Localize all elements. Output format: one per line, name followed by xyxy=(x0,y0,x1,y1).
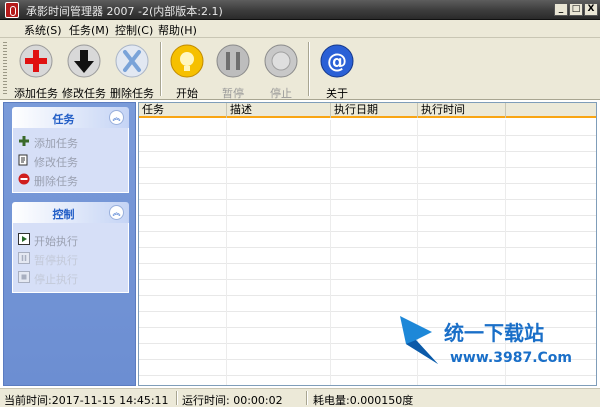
task-panel: 任务 ︽ 添加任务 修改任务 删除任务 控制 ︽ 开始执行 暂停执行 停止执行 xyxy=(3,102,136,386)
svg-text:@: @ xyxy=(327,49,347,73)
sidebar-item-label: 开始执行 xyxy=(34,235,78,248)
column-header-task[interactable]: 任务 xyxy=(139,103,227,118)
at-icon: @ xyxy=(320,44,354,78)
current-time: 当前时间:2017-11-15 14:45:11 xyxy=(4,394,169,407)
plus-icon xyxy=(19,136,29,146)
watermark-url: www.3987.Com xyxy=(450,350,572,366)
menu-help[interactable]: 帮助(H) xyxy=(158,22,197,38)
lightbulb-icon xyxy=(170,44,204,78)
sidebar-item-delete-task[interactable]: 删除任务 xyxy=(13,170,128,189)
maximize-button[interactable]: □ xyxy=(569,3,583,16)
pause-label: 暂停 xyxy=(222,87,244,100)
task-group: 任务 ︽ 添加任务 修改任务 删除任务 xyxy=(12,107,129,193)
minimize-button[interactable]: _ xyxy=(554,3,568,16)
edit-icon xyxy=(18,154,28,166)
column-divider xyxy=(330,120,331,385)
menu-task[interactable]: 任务(M) xyxy=(69,22,109,38)
menu-bar: 系统(S) 任务(M) 控制(C) 帮助(H) xyxy=(0,20,600,38)
delete-task-label: 删除任务 xyxy=(110,87,154,100)
plus-icon xyxy=(19,44,53,78)
app-icon xyxy=(5,2,19,18)
edit-task-button[interactable]: 修改任务 xyxy=(60,43,108,100)
control-group-body: 开始执行 暂停执行 停止执行 xyxy=(12,223,129,293)
sidebar-item-start[interactable]: 开始执行 xyxy=(13,230,128,249)
collapse-icon[interactable]: ︽ xyxy=(109,205,124,220)
menu-control[interactable]: 控制(C) xyxy=(115,22,153,38)
status-divider xyxy=(306,391,308,405)
sidebar-item-stop[interactable]: 停止执行 xyxy=(13,268,128,287)
add-task-label: 添加任务 xyxy=(14,87,58,100)
stop-button[interactable]: 停止 xyxy=(260,43,302,100)
sidebar-item-label: 删除任务 xyxy=(34,175,78,188)
sidebar-item-label: 修改任务 xyxy=(34,156,78,169)
watermark-name: 统一下载站 xyxy=(444,321,544,345)
task-group-body: 添加任务 修改任务 删除任务 xyxy=(12,128,129,193)
task-group-header[interactable]: 任务 ︽ xyxy=(12,107,129,128)
menu-system[interactable]: 系统(S) xyxy=(24,22,62,38)
pause-button[interactable]: 暂停 xyxy=(212,43,254,100)
status-bar: 当前时间:2017-11-15 14:45:11 运行时间: 00:00:02 … xyxy=(0,388,600,407)
start-button[interactable]: 开始 xyxy=(166,43,208,100)
column-divider xyxy=(226,120,227,385)
play-icon xyxy=(18,233,30,245)
sidebar-item-edit-task[interactable]: 修改任务 xyxy=(13,151,128,170)
edit-task-label: 修改任务 xyxy=(62,87,106,100)
about-button[interactable]: @ 关于 xyxy=(316,43,358,100)
pause-icon xyxy=(18,252,30,264)
toolbar-separator xyxy=(160,42,162,96)
arrow-down-icon xyxy=(67,44,101,78)
window-title: 承影时间管理器 2007 -2(内部版本:2.1) xyxy=(26,5,223,18)
x-icon xyxy=(115,44,149,78)
about-label: 关于 xyxy=(326,87,348,100)
delete-task-button[interactable]: 删除任务 xyxy=(108,43,156,100)
pause-icon xyxy=(216,44,250,78)
sidebar-item-label: 停止执行 xyxy=(34,273,78,286)
sidebar-item-pause[interactable]: 暂停执行 xyxy=(13,249,128,268)
column-header-date[interactable]: 执行日期 xyxy=(331,103,418,118)
toolbar-separator xyxy=(308,42,310,96)
sidebar-item-add-task[interactable]: 添加任务 xyxy=(13,132,128,151)
control-group: 控制 ︽ 开始执行 暂停执行 停止执行 xyxy=(12,202,129,293)
toolbar: 添加任务 修改任务 删除任务 开始 暂停 停止 @ 关于 xyxy=(0,38,600,100)
close-button[interactable]: X xyxy=(584,3,598,16)
run-time: 运行时间: 00:00:02 xyxy=(182,394,283,407)
stop-icon xyxy=(18,271,30,283)
toolbar-grip[interactable] xyxy=(3,42,7,96)
sidebar-item-label: 添加任务 xyxy=(34,137,78,150)
stop-icon xyxy=(264,44,298,78)
title-bar: 承影时间管理器 2007 -2(内部版本:2.1) _ □ X xyxy=(0,0,600,20)
table-header: 任务 描述 执行日期 执行时间 xyxy=(139,103,596,118)
delete-icon xyxy=(18,173,30,185)
column-header-time[interactable]: 执行时间 xyxy=(418,103,506,118)
stop-label: 停止 xyxy=(270,87,292,100)
start-label: 开始 xyxy=(176,87,198,100)
sidebar-item-label: 暂停执行 xyxy=(34,254,78,267)
column-header-description[interactable]: 描述 xyxy=(227,103,331,118)
add-task-button[interactable]: 添加任务 xyxy=(12,43,60,100)
power-consumption: 耗电量:0.000150度 xyxy=(313,394,414,407)
collapse-icon[interactable]: ︽ xyxy=(109,110,124,125)
control-group-header[interactable]: 控制 ︽ xyxy=(12,202,129,223)
status-divider xyxy=(176,391,178,405)
watermark-logo: 统一下载站 www.3987.Com xyxy=(400,316,572,366)
